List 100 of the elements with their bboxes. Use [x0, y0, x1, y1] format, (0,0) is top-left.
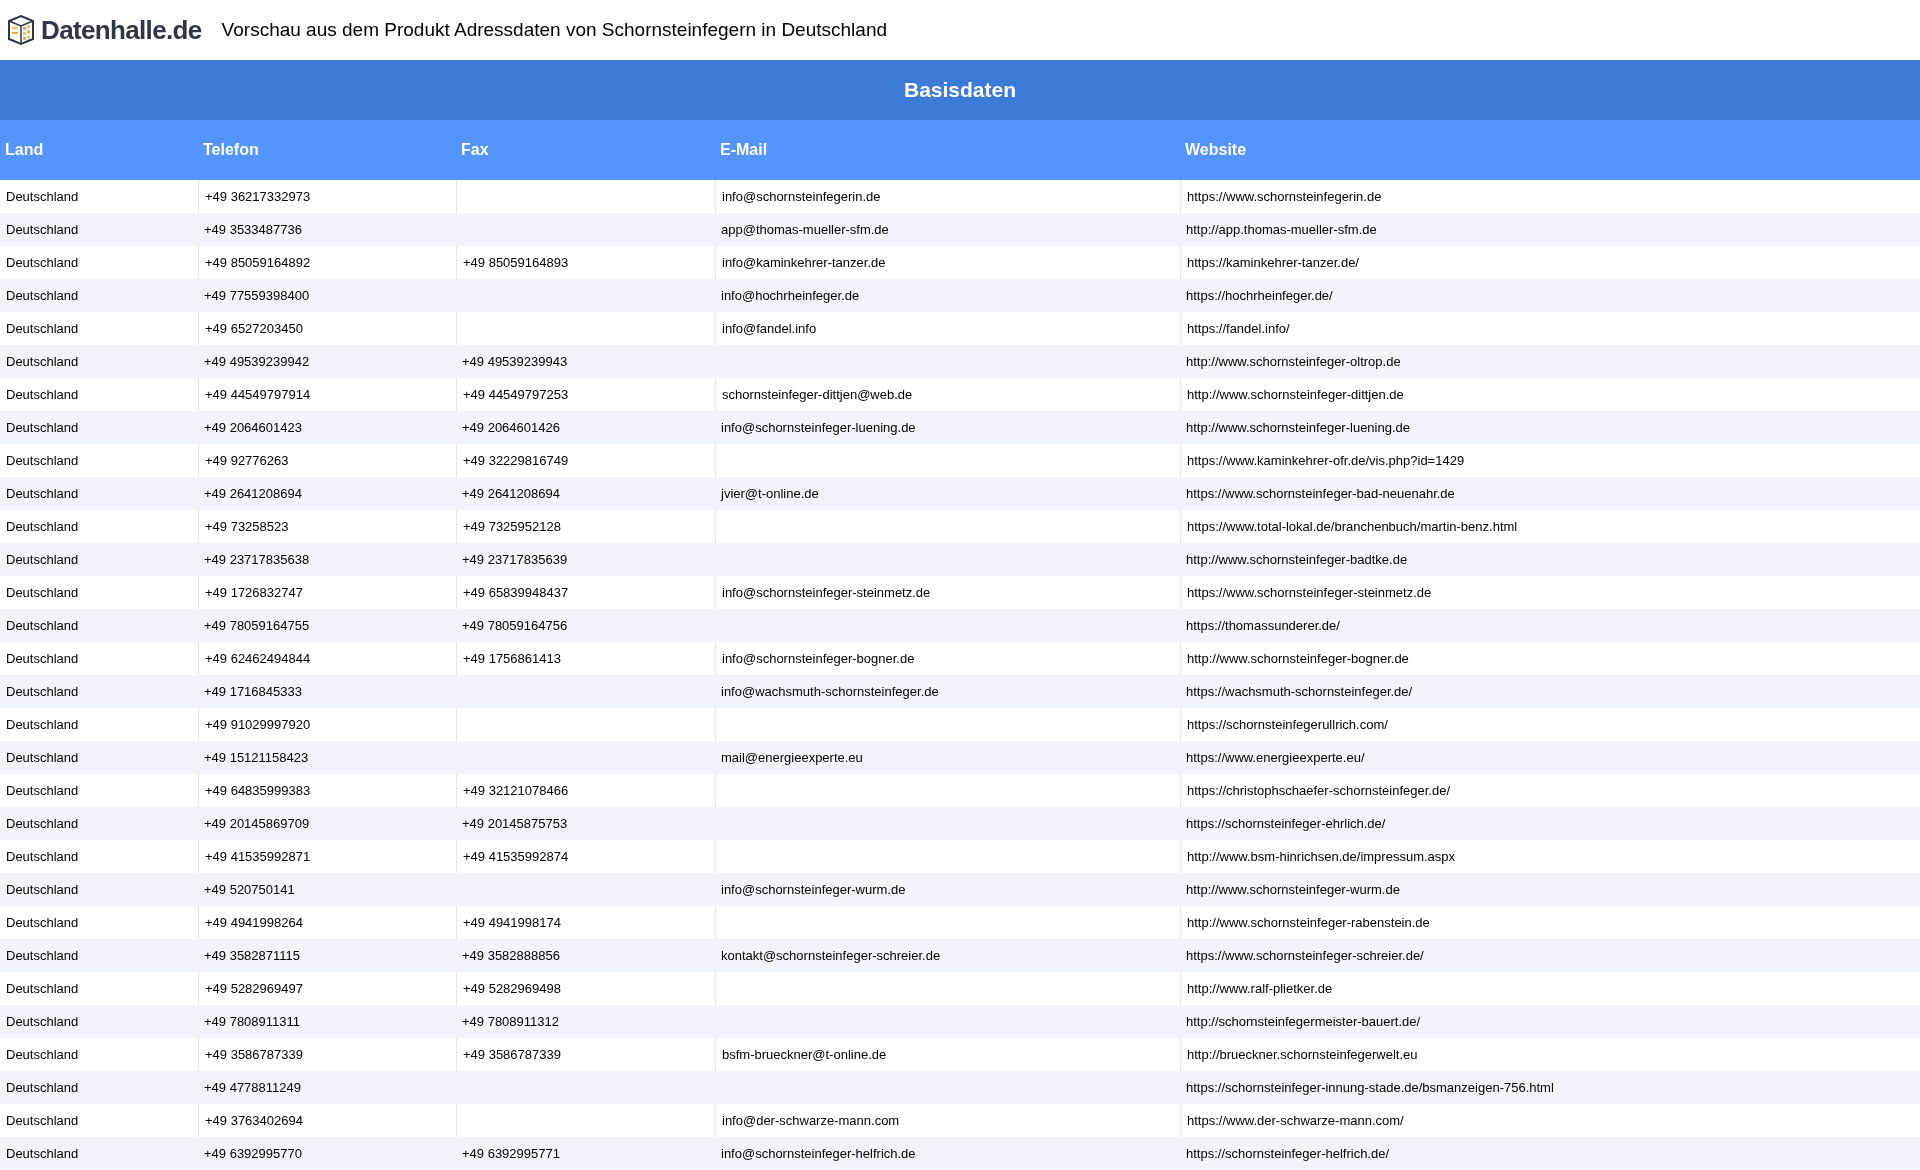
table-cell-text: https://www.der-schwarze-mann.com/	[1187, 1111, 1404, 1130]
group-header: Basisdaten	[0, 60, 1920, 120]
table-cell-text: Deutschland	[6, 550, 79, 569]
table-cell-text: https://www.schornsteinfeger-steinmetz.de	[1187, 583, 1432, 602]
table-cell-text: +49 7808911312	[462, 1012, 559, 1031]
table-cell-text: +49 1726832747	[205, 583, 303, 602]
table-cell-text: +49 44549797914	[205, 385, 311, 404]
table-cell-text: +49 20145875753	[462, 814, 568, 833]
table-cell-text: +49 6392995771	[462, 1144, 560, 1163]
table-cell-text: https://www.total-lokal.de/branchenbuch/martin-benz.html	[1187, 517, 1518, 536]
table-cell-text: bsfm-brueckner@t-online.de	[722, 1045, 887, 1064]
table-cell-text: +49 3586787339	[463, 1045, 561, 1064]
table-cell-text: Deutschland	[6, 880, 79, 899]
table-cell-text: info@wachsmuth-schornsteinfeger.de	[721, 682, 939, 701]
table-cell-text: +49 36217332973	[205, 187, 311, 206]
database-logo-icon	[5, 14, 37, 46]
table-cell-text: +49 91029997920	[205, 715, 311, 734]
table-cell-text: +49 7325952128	[463, 517, 561, 536]
table-cell-text: Deutschland	[6, 682, 79, 701]
table-cell-text: https://schornsteinfeger-ehrlich.de/	[1186, 814, 1386, 833]
table-cell-text: +49 32229816749	[463, 451, 569, 470]
table-cell-text: https://schornsteinfeger-helfrich.de/	[1186, 1144, 1390, 1163]
table-cell-text: Deutschland	[6, 781, 79, 800]
table-cell-text: Deutschland	[6, 352, 79, 371]
table-cell-text: https://fandel.info/	[1187, 319, 1290, 338]
table-cell-text: http://schornsteinfegermeister-bauert.de/	[1186, 1012, 1421, 1031]
table-cell-text: info@fandel.info	[722, 319, 817, 338]
table-cell-text: +49 77559398400	[204, 286, 310, 305]
column-header: E-Mail	[719, 140, 769, 160]
table-cell-text: +49 1756861413	[463, 649, 561, 668]
table-cell-text: +49 3763402694	[205, 1111, 303, 1130]
page-title: Vorschau aus dem Produkt Adressdaten von Schornsteinfegern in Deutschland	[221, 17, 888, 42]
table-cell-text: Deutschland	[6, 946, 79, 965]
table-cell-text: Deutschland	[6, 1144, 79, 1163]
table-cell-text: Deutschland	[6, 187, 79, 206]
table-cell-text: +49 85059164893	[463, 253, 569, 272]
table-cell-text: http://www.schornsteinfeger-dittjen.de	[1187, 385, 1404, 404]
table-cell-text: http://www.schornsteinfeger-badtke.de	[1186, 550, 1408, 569]
table-cell-text: Deutschland	[6, 220, 79, 239]
table-cell-text: Deutschland	[6, 583, 79, 602]
table-cell-text: +49 1716845333	[204, 682, 302, 701]
table-cell-text: +49 4941998174	[463, 913, 561, 932]
table-cell-text: Deutschland	[6, 253, 79, 272]
table-cell-text: info@schornsteinfegerin.de	[722, 187, 881, 206]
table-cell-text: Deutschland	[6, 385, 79, 404]
table-cell-text: Deutschland	[6, 715, 79, 734]
table-cell-text: Deutschland	[6, 748, 79, 767]
table-cell-text: Deutschland	[6, 1045, 79, 1064]
table-cell-text: jvier@t-online.de	[721, 484, 819, 503]
table-cell-text: https://schornsteinfeger-innung-stade.de/bsmanzeigen-756.html	[1186, 1078, 1554, 1097]
column-header: Land	[4, 140, 45, 160]
table-cell-text: +49 65839948437	[463, 583, 569, 602]
table-cell-text: +49 23717835638	[204, 550, 310, 569]
table-cell-text: +49 2064601423	[204, 418, 302, 437]
table-cell-text: Deutschland	[6, 484, 79, 503]
table-cell-text: http://www.schornsteinfeger-bogner.de	[1187, 649, 1409, 668]
table-cell-text: info@schornsteinfeger-luening.de	[721, 418, 916, 437]
table-cell-text: +49 41535992871	[205, 847, 311, 866]
table-cell-text: +49 41535992874	[463, 847, 569, 866]
table-cell-text: Deutschland	[6, 814, 79, 833]
table-cell-text: info@schornsteinfeger-steinmetz.de	[722, 583, 931, 602]
table-cell-text: +49 73258523	[205, 517, 289, 536]
table-cell-text: +49 3582888856	[462, 946, 560, 965]
table-cell-text: +49 64835999383	[205, 781, 311, 800]
table-cell-text: https://www.kaminkehrer-ofr.de/vis.php?id=1429	[1187, 451, 1465, 470]
table-cell-text: +49 92776263	[205, 451, 289, 470]
table-cell-text: app@thomas-mueller-sfm.de	[721, 220, 889, 239]
table-cell-text: schornsteinfeger-dittjen@web.de	[722, 385, 913, 404]
column-header: Fax	[460, 140, 490, 160]
table-cell-text: http://www.schornsteinfeger-oltrop.de	[1186, 352, 1401, 371]
logo-text[interactable]: Datenhalle.de	[41, 10, 202, 50]
table-cell-text: Deutschland	[6, 1111, 79, 1130]
table-cell-text: +49 78059164755	[204, 616, 310, 635]
table-cell-text: +49 78059164756	[462, 616, 568, 635]
table-cell-text: info@hochrheinfeger.de	[721, 286, 860, 305]
table-cell-text: https://www.energieexperte.eu/	[1186, 748, 1365, 767]
table-cell-text: +49 32121078466	[463, 781, 569, 800]
table-cell-text: Deutschland	[6, 913, 79, 932]
table-cell-text: +49 4778811249	[204, 1078, 301, 1097]
table-cell-text: +49 49539239943	[462, 352, 568, 371]
table-cell-text: Deutschland	[6, 517, 79, 536]
table-cell-text: http://app.thomas-mueller-sfm.de	[1186, 220, 1377, 239]
table-cell-text: +49 23717835639	[462, 550, 568, 569]
table-cell-text: +49 62462494844	[205, 649, 311, 668]
table-cell-text: +49 3533487736	[204, 220, 302, 239]
table-cell-text: https://hochrheinfeger.de/	[1186, 286, 1333, 305]
table-cell-text: https://www.schornsteinfeger-schreier.de/	[1186, 946, 1424, 965]
table-cell-text: info@kaminkehrer-tanzer.de	[722, 253, 886, 272]
table-cell-text: https://kaminkehrer-tanzer.de/	[1187, 253, 1359, 272]
table-cell-text: http://www.schornsteinfeger-rabenstein.de	[1187, 913, 1430, 932]
table-cell-text: +49 2641208694	[204, 484, 302, 503]
table-cell-text: +49 3586787339	[205, 1045, 303, 1064]
table-cell-text: https://thomassunderer.de/	[1186, 616, 1340, 635]
column-header: Telefon	[202, 140, 260, 160]
table-cell-text: Deutschland	[6, 979, 79, 998]
table-cell-text: http://www.schornsteinfeger-luening.de	[1186, 418, 1410, 437]
table-cell-text: Deutschland	[6, 847, 79, 866]
table-cell-text: Deutschland	[6, 616, 79, 635]
table-cell-text: +49 2064601426	[462, 418, 560, 437]
table-cell-text: +49 520750141	[204, 880, 295, 899]
